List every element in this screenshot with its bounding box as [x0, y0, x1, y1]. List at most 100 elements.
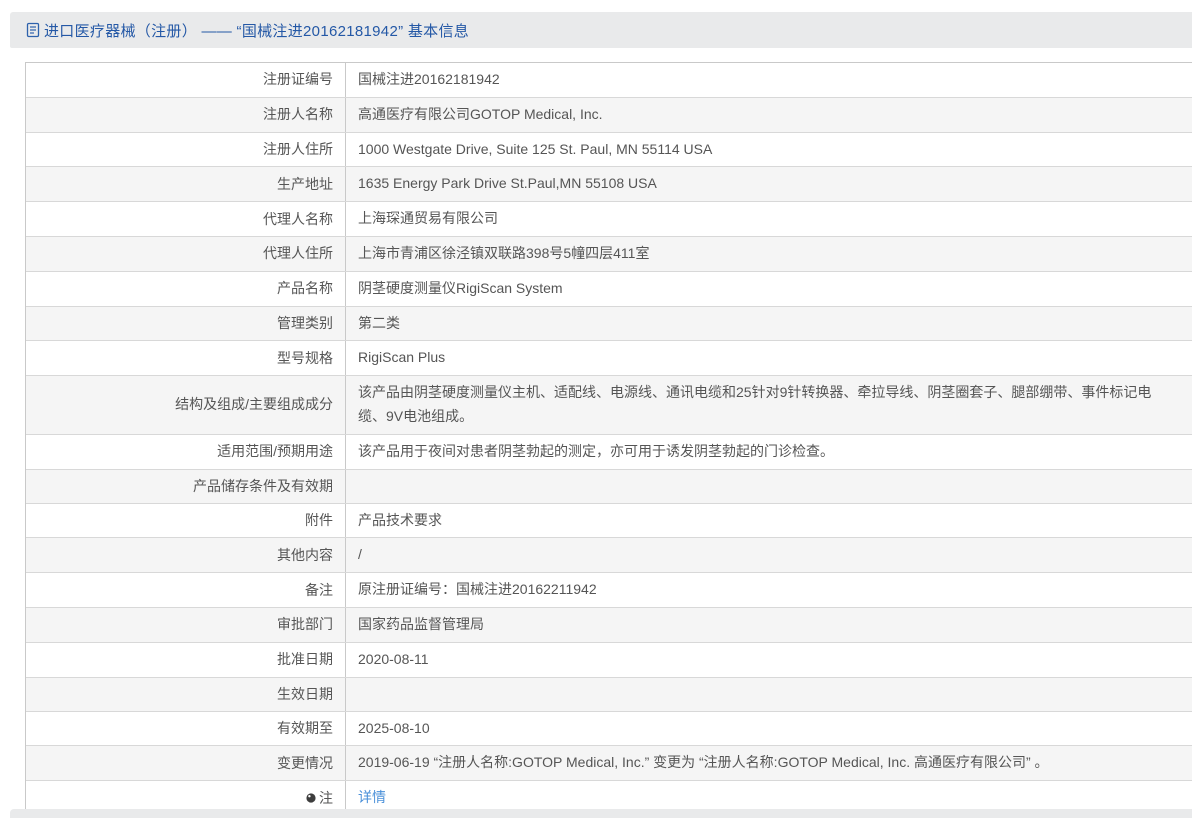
- row-value-text: 2025-08-10: [358, 719, 430, 736]
- row-value: 1635 Energy Park Drive St.Paul,MN 55108 …: [346, 167, 1192, 201]
- row-label-text: 审批部门: [277, 616, 333, 633]
- row-value: 第二类: [346, 307, 1192, 341]
- row-label-text: 生效日期: [277, 685, 333, 702]
- row-value-text: 2019-06-19 “注册人名称:GOTOP Medical, Inc.” 变…: [358, 754, 1049, 771]
- row-value-text: 上海市青浦区徐泾镇双联路398号5幢四层411室: [358, 244, 650, 261]
- detail-link[interactable]: 详情: [358, 786, 386, 810]
- row-value: 该产品用于夜间对患者阴茎勃起的测定，亦可用于诱发阴茎勃起的门诊检查。: [346, 435, 1192, 469]
- row-label-text: 产品名称: [277, 280, 333, 297]
- table-row: 其他内容 /: [26, 538, 1192, 574]
- row-value-text: 该产品用于夜间对患者阴茎勃起的测定，亦可用于诱发阴茎勃起的门诊检查。: [358, 442, 834, 459]
- row-value: 上海市青浦区徐泾镇双联路398号5幢四层411室: [346, 237, 1192, 271]
- row-label: 产品名称: [26, 271, 346, 306]
- row-value: [346, 678, 1192, 711]
- row-label-text: 注册证编号: [263, 71, 333, 88]
- row-label-text: 其他内容: [277, 546, 333, 563]
- row-value-text: /: [358, 546, 362, 563]
- table-row: 产品储存条件及有效期: [26, 469, 1192, 504]
- row-label: 其他内容: [26, 538, 346, 573]
- row-label: 产品储存条件及有效期: [26, 469, 346, 503]
- table-row: 适用范围/预期用途 该产品用于夜间对患者阴茎勃起的测定，亦可用于诱发阴茎勃起的门诊…: [26, 434, 1192, 470]
- row-label: 适用范围/预期用途: [26, 434, 346, 469]
- row-label-text: 备注: [305, 581, 333, 598]
- row-label-text: 管理类别: [277, 314, 333, 331]
- row-label-text: 变更情况: [277, 754, 333, 771]
- row-value: /: [346, 538, 1192, 572]
- row-value: 产品技术要求: [346, 504, 1192, 538]
- row-label: 代理人名称: [26, 202, 346, 236]
- row-value-text: 高通医疗有限公司GOTOP Medical, Inc.: [358, 105, 603, 122]
- row-label: 结构及组成/主要组成成分: [26, 376, 346, 434]
- table-row: 生产地址 1635 Energy Park Drive St.Paul,MN 55…: [26, 167, 1192, 203]
- row-label-text: 批准日期: [277, 651, 333, 668]
- row-label: 注册人住所: [26, 132, 346, 167]
- table-row: 注册证编号 国械注进20162181942: [26, 63, 1192, 98]
- row-label: 注册人名称: [26, 97, 346, 132]
- row-label-text: 型号规格: [277, 349, 333, 366]
- row-value-text: 该产品由阴茎硬度测量仪主机、适配线、电源线、通讯电缆和25针对9针转换器、牵拉导…: [358, 384, 1152, 424]
- row-label: 型号规格: [26, 341, 346, 376]
- row-value: 2025-08-10: [346, 712, 1192, 746]
- table-row: 附件 产品技术要求: [26, 503, 1192, 539]
- row-label-text: 注册人住所: [263, 140, 333, 157]
- row-value-text: 产品技术要求: [358, 511, 442, 528]
- document-icon: [26, 22, 41, 38]
- section-header-bar: 进口医疗器械（注册） —— “国械注进20162181942” 基本信息: [10, 12, 1192, 48]
- note-icon: [305, 792, 317, 804]
- row-value: 2020-08-11: [346, 643, 1192, 677]
- row-value-text: 1000 Westgate Drive, Suite 125 St. Paul,…: [358, 140, 713, 157]
- table-row: 管理类别 第二类: [26, 306, 1192, 342]
- footer-bar: [10, 809, 1192, 818]
- row-value: 国家药品监督管理局: [346, 608, 1192, 642]
- table-row: 代理人名称 上海琛通贸易有限公司: [26, 202, 1192, 237]
- row-label-text: 注: [319, 789, 333, 806]
- row-value-text: 阴茎硬度测量仪RigiScan System: [358, 279, 563, 296]
- table-row: 注册人名称 高通医疗有限公司GOTOP Medical, Inc.: [26, 97, 1192, 133]
- page-title: 进口医疗器械（注册） —— “国械注进20162181942” 基本信息: [44, 22, 470, 40]
- row-label: 注册证编号: [26, 63, 346, 97]
- row-value: 1000 Westgate Drive, Suite 125 St. Paul,…: [346, 133, 1192, 167]
- row-label-text: 产品储存条件及有效期: [193, 477, 333, 494]
- table-row: 结构及组成/主要组成成分 该产品由阴茎硬度测量仪主机、适配线、电源线、通讯电缆和2…: [26, 376, 1192, 435]
- row-value-text: RigiScan Plus: [358, 349, 446, 366]
- row-value-text: 上海琛通贸易有限公司: [358, 210, 498, 227]
- row-label-text: 结构及组成/主要组成成分: [175, 396, 333, 413]
- row-label: 生效日期: [26, 677, 346, 711]
- row-label-text: 附件: [305, 511, 333, 528]
- row-value: 阴茎硬度测量仪RigiScan System: [346, 272, 1192, 306]
- row-value-text: 1635 Energy Park Drive St.Paul,MN 55108 …: [358, 175, 657, 192]
- row-value: 国械注进20162181942: [346, 63, 1192, 97]
- table-row: 生效日期: [26, 677, 1192, 712]
- row-value: 该产品由阴茎硬度测量仪主机、适配线、电源线、通讯电缆和25针对9针转换器、牵拉导…: [346, 376, 1192, 434]
- registration-info-table: 注册证编号 国械注进20162181942 注册人名称 高通医疗有限公司GOTOP M…: [25, 62, 1192, 816]
- row-label-text: 生产地址: [277, 175, 333, 192]
- row-label: 审批部门: [26, 607, 346, 642]
- row-value-text: 第二类: [358, 314, 400, 331]
- row-value-text: 原注册证编号：国械注进20162211942: [358, 581, 597, 598]
- row-label: 生产地址: [26, 167, 346, 202]
- row-label-text: 代理人名称: [263, 210, 333, 227]
- row-value: [346, 470, 1192, 503]
- row-label-text: 有效期至: [277, 719, 333, 736]
- row-value-text: 国械注进20162181942: [358, 71, 500, 87]
- table-row: 型号规格 RigiScan Plus: [26, 341, 1192, 377]
- row-label: 附件: [26, 503, 346, 538]
- row-value: 原注册证编号：国械注进20162211942: [346, 573, 1192, 607]
- row-label-text: 注册人名称: [263, 106, 333, 123]
- row-label-text: 适用范围/预期用途: [217, 443, 333, 460]
- row-label: 代理人住所: [26, 236, 346, 271]
- row-value: 2019-06-19 “注册人名称:GOTOP Medical, Inc.” 变…: [346, 746, 1192, 780]
- row-label: 批准日期: [26, 642, 346, 677]
- row-value-text: 国家药品监督管理局: [358, 615, 484, 632]
- row-value: RigiScan Plus: [346, 341, 1192, 375]
- table-row: 注册人住所 1000 Westgate Drive, Suite 125 St. …: [26, 132, 1192, 168]
- table-row: 审批部门 国家药品监督管理局: [26, 607, 1192, 643]
- row-label: 变更情况: [26, 746, 346, 781]
- table-row: 产品名称 阴茎硬度测量仪RigiScan System: [26, 271, 1192, 307]
- row-value: 高通医疗有限公司GOTOP Medical, Inc.: [346, 98, 1192, 132]
- table-row: 批准日期 2020-08-11: [26, 642, 1192, 678]
- table-row: 备注 原注册证编号：国械注进20162211942: [26, 573, 1192, 608]
- row-label: 管理类别: [26, 306, 346, 341]
- table-row: 变更情况 2019-06-19 “注册人名称:GOTOP Medical, Inc…: [26, 746, 1192, 782]
- row-label-text: 代理人住所: [263, 245, 333, 262]
